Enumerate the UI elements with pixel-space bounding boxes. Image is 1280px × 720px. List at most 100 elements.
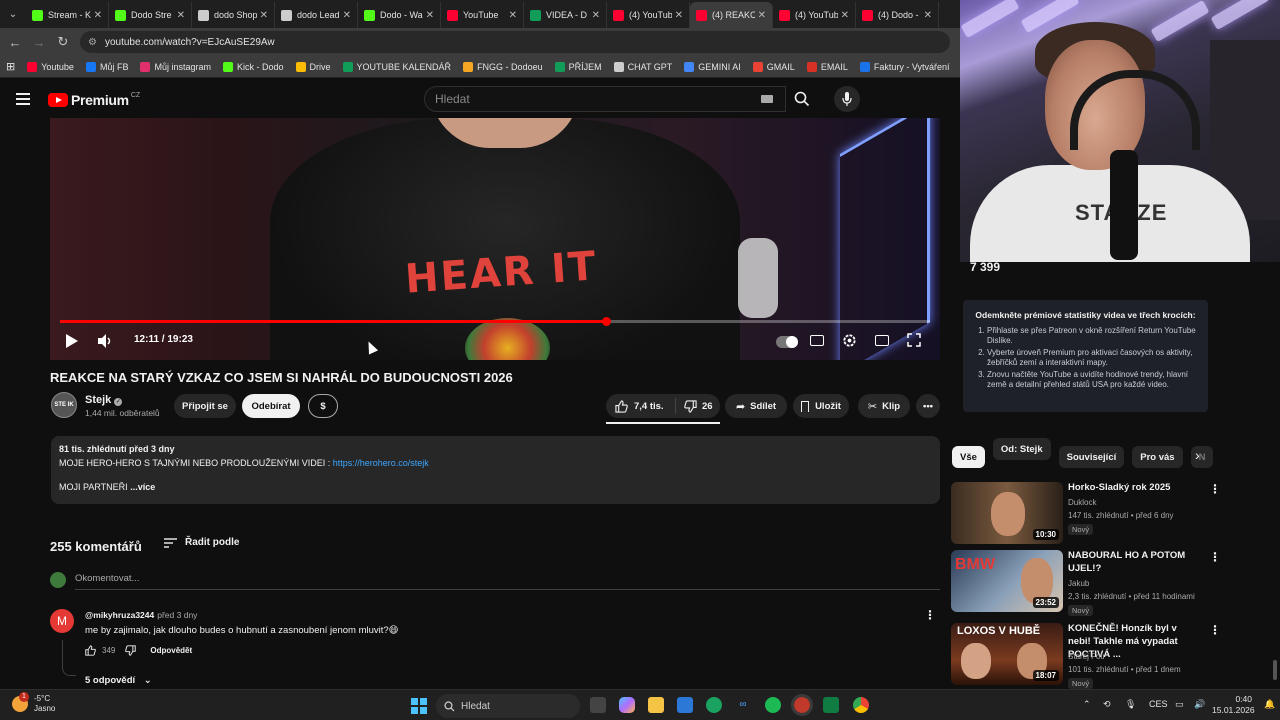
excel-icon[interactable] bbox=[823, 697, 839, 713]
subtitles-icon[interactable] bbox=[810, 335, 824, 346]
video-menu-icon[interactable]: ⋮ bbox=[1209, 482, 1221, 496]
outlook-icon[interactable] bbox=[677, 697, 693, 713]
close-icon[interactable]: ✕ bbox=[675, 10, 683, 21]
close-icon[interactable]: ✕ bbox=[177, 10, 185, 21]
menu-icon[interactable] bbox=[16, 93, 30, 108]
dislike-button[interactable]: 26 bbox=[676, 399, 713, 413]
edge-icon[interactable] bbox=[706, 697, 722, 713]
volume-tray-icon[interactable]: 🔊 bbox=[1194, 699, 1205, 710]
search-input[interactable]: Hledat bbox=[424, 86, 786, 112]
recommended-video[interactable]: 10:30 Horko-Sladký rok 2025 Duklock 147 … bbox=[951, 482, 1221, 546]
join-button[interactable]: Připojit se bbox=[174, 394, 236, 418]
youtube-logo[interactable]: Premium CZ bbox=[48, 92, 140, 108]
browser-tab[interactable]: (4) Dodo - ✕ bbox=[856, 2, 939, 28]
task-view-icon[interactable] bbox=[590, 697, 606, 713]
subscribe-button[interactable]: Odebírat bbox=[242, 394, 300, 418]
bookmark-item[interactable]: YOUTUBE KALENDÁŘ bbox=[342, 61, 451, 72]
recommended-video[interactable]: BMW 23:52 NABOURAL HO A POTOM UJEL!? Jaku… bbox=[951, 550, 1221, 616]
theater-mode-icon[interactable] bbox=[875, 335, 889, 346]
network-icon[interactable]: ▭ bbox=[1175, 699, 1184, 710]
copilot-icon[interactable] bbox=[619, 697, 635, 713]
add-comment-input[interactable]: Okomentovat... bbox=[75, 573, 139, 584]
chip-all[interactable]: Vše bbox=[952, 446, 985, 468]
channel-name[interactable]: Stejk ✓ bbox=[85, 394, 123, 406]
file-explorer-icon[interactable] bbox=[648, 697, 664, 713]
herohero-link[interactable]: https://herohero.co/stejk bbox=[333, 458, 429, 468]
fullscreen-icon[interactable] bbox=[907, 333, 921, 347]
settings-icon[interactable] bbox=[842, 333, 857, 348]
apps-icon[interactable]: ⊞ bbox=[6, 60, 15, 73]
video-menu-icon[interactable]: ⋮ bbox=[1209, 623, 1221, 637]
site-info-icon[interactable]: ⚙ bbox=[88, 37, 97, 48]
close-icon[interactable]: ✕ bbox=[758, 10, 766, 21]
chrome-icon[interactable] bbox=[853, 697, 869, 713]
bookmark-item[interactable]: GEMINI AI bbox=[684, 61, 741, 72]
like-button[interactable]: 7,4 tis. bbox=[606, 398, 676, 414]
url-field[interactable]: ⚙ youtube.com/watch?v=EJcAuSE29Aw bbox=[80, 31, 950, 53]
search-button[interactable] bbox=[786, 86, 818, 112]
comment-author[interactable]: @mikyhruza3244 před 3 dny bbox=[85, 610, 197, 620]
clip-button[interactable]: ✂ Klip bbox=[858, 394, 910, 418]
play-icon[interactable] bbox=[66, 334, 78, 348]
browser-tab[interactable]: (4) REAKCE✕ bbox=[690, 2, 773, 28]
channel-name[interactable]: Starej Fotr bbox=[1068, 652, 1105, 661]
keyboard-icon[interactable] bbox=[761, 95, 773, 103]
reply-button[interactable]: Odpovědět bbox=[150, 646, 192, 655]
show-replies-button[interactable]: 5 odpovědí ⌄ bbox=[85, 675, 152, 686]
comment-like-icon[interactable] bbox=[85, 645, 96, 656]
comment-dislike-icon[interactable] bbox=[125, 645, 137, 656]
thanks-button[interactable]: $ bbox=[308, 394, 338, 418]
close-icon[interactable]: ✕ bbox=[592, 10, 600, 21]
spotify-icon[interactable] bbox=[765, 697, 781, 713]
browser-tab[interactable]: (4) YouTub ✕ bbox=[607, 2, 690, 28]
save-button[interactable]: Uložit bbox=[793, 394, 849, 418]
browser-tab[interactable]: Stream - K ✕ bbox=[26, 2, 109, 28]
bookmark-item[interactable]: Můj instagram bbox=[140, 61, 211, 72]
channel-name[interactable]: Duklock bbox=[1068, 498, 1096, 507]
close-icon[interactable]: ✕ bbox=[343, 10, 351, 21]
close-icon[interactable]: ✕ bbox=[509, 10, 517, 21]
browser-tab[interactable]: VIDEA - D ✕ bbox=[524, 2, 607, 28]
scrollbar-thumb[interactable] bbox=[1273, 660, 1277, 680]
chip-for-you[interactable]: Pro vás bbox=[1132, 446, 1183, 468]
taskbar-search[interactable]: Hledat bbox=[436, 694, 580, 718]
channel-avatar[interactable]: STE IK bbox=[51, 392, 77, 418]
browser-tab[interactable]: Dodo - Wa ✕ bbox=[358, 2, 441, 28]
sort-button[interactable]: Řadit podle bbox=[164, 537, 239, 548]
channel-name[interactable]: Jakub bbox=[1068, 579, 1089, 588]
obs-icon[interactable] bbox=[791, 694, 813, 716]
back-button[interactable]: ← bbox=[3, 30, 27, 54]
progress-bar[interactable] bbox=[60, 317, 930, 326]
bookmark-item[interactable]: Youtube bbox=[27, 61, 74, 72]
video-thumbnail[interactable]: BMW 23:52 bbox=[951, 550, 1063, 612]
weather-widget[interactable]: 1 -5°C Jasno bbox=[12, 691, 55, 713]
bookmark-item[interactable]: Faktury - Vytváření bbox=[859, 61, 950, 72]
chip-from-channel[interactable]: Od: Stejk bbox=[992, 438, 1051, 460]
notification-bell-icon[interactable]: 🔔 bbox=[1264, 699, 1275, 710]
bookmark-item[interactable]: Kick - Dodo bbox=[222, 61, 284, 72]
close-icon[interactable]: ✕ bbox=[94, 10, 102, 21]
tab-search-button[interactable]: ⌄ bbox=[0, 0, 26, 28]
bookmark-item[interactable]: PŘÍJEM bbox=[554, 61, 602, 72]
close-icon[interactable]: ✕ bbox=[841, 10, 849, 21]
comment-username[interactable]: @mikyhruza3244 bbox=[85, 610, 154, 620]
share-button[interactable]: ➦ Sdílet bbox=[725, 394, 787, 418]
chevron-right-icon[interactable]: › bbox=[1195, 447, 1200, 463]
start-button[interactable] bbox=[411, 698, 427, 714]
tray-chevron-icon[interactable]: ⌃ bbox=[1083, 699, 1091, 710]
bookmark-item[interactable]: GMAIL bbox=[752, 61, 795, 72]
meta-icon[interactable]: ∞ bbox=[735, 697, 751, 713]
language-indicator[interactable]: CES bbox=[1149, 699, 1168, 709]
recommended-video[interactable]: LOXOS V HUBĚ 18:07 KONEČNĚ! Honzík byl v … bbox=[951, 623, 1221, 689]
video-menu-icon[interactable]: ⋮ bbox=[1209, 550, 1221, 564]
bookmark-item[interactable]: Můj FB bbox=[85, 61, 128, 72]
mic-tray-icon[interactable]: 🎙 bbox=[1125, 699, 1136, 710]
video-title[interactable]: NABOURAL HO A POTOM UJEL!? bbox=[1068, 550, 1198, 576]
voice-search-button[interactable] bbox=[834, 86, 860, 112]
browser-tab[interactable]: YouTube ✕ bbox=[441, 2, 524, 28]
sync-icon[interactable]: ⟲ bbox=[1103, 699, 1111, 710]
bookmark-item[interactable]: EMAIL bbox=[806, 61, 848, 72]
volume-icon[interactable] bbox=[98, 334, 112, 348]
description-box[interactable]: 81 tis. zhlédnutí před 3 dny MOJE HERO-H… bbox=[51, 436, 940, 504]
video-player[interactable]: HEAR IT 12:11 / 19:23 bbox=[50, 118, 940, 360]
